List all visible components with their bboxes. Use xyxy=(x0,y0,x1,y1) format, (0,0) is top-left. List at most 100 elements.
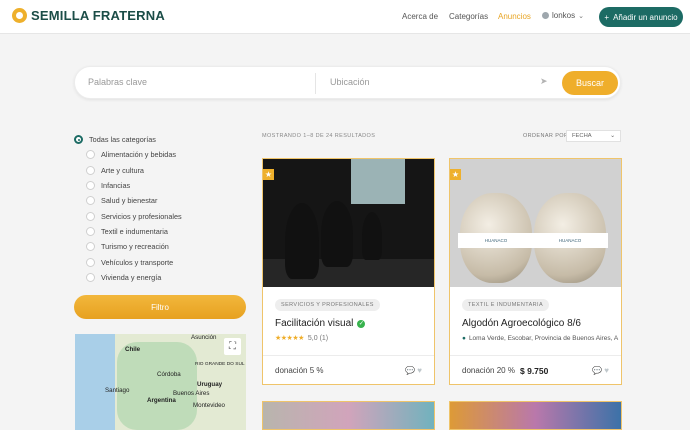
verified-check-icon: ✓ xyxy=(357,320,366,328)
user-icon xyxy=(542,12,549,19)
rating-text: 5,0 (1) xyxy=(307,335,329,342)
card-divider xyxy=(263,355,434,356)
chevron-down-icon: ⌄ xyxy=(610,133,615,139)
map-label: RIO GRANDE DO SUL xyxy=(195,362,245,367)
search-button[interactable]: Buscar xyxy=(562,71,618,95)
listing-title-text: Facilitación visual xyxy=(275,318,354,329)
radio-icon[interactable] xyxy=(86,196,95,206)
category-item[interactable]: Arte y cultura xyxy=(74,163,182,178)
category-label: Alimentación y bebidas xyxy=(101,150,177,160)
category-item[interactable]: Infancias xyxy=(74,178,182,193)
user-name: lonkos xyxy=(552,11,576,20)
category-label: Vehículos y transporte xyxy=(101,257,174,267)
nav-ads-link[interactable]: Anuncios xyxy=(498,12,531,21)
radio-icon[interactable] xyxy=(86,165,95,175)
map-label: Chile xyxy=(125,346,141,353)
results-map[interactable]: Chile Uruguay Argentina Santiago Córdoba… xyxy=(75,334,246,430)
category-item[interactable]: Vehículos y transporte xyxy=(74,254,182,269)
category-label: Arte y cultura xyxy=(101,165,144,175)
radio-icon[interactable] xyxy=(86,150,95,160)
card-actions: 💬 ♥ xyxy=(405,366,422,375)
featured-star-icon: ★ xyxy=(263,169,274,180)
featured-star-icon: ★ xyxy=(450,169,461,180)
radio-icon[interactable] xyxy=(86,272,95,282)
category-tag: SERVICIOS Y PROFESIONALES xyxy=(275,299,380,311)
search-divider xyxy=(315,73,316,94)
results-summary: MOSTRANDO 1–8 DE 24 RESULTADOS xyxy=(262,133,376,139)
category-item[interactable]: Servicios y profesionales xyxy=(74,208,182,223)
nav-categories-link[interactable]: Categorías xyxy=(449,12,488,21)
listing-card-preview[interactable] xyxy=(262,401,435,430)
listing-title: Algodón Agroecológico 8/6 xyxy=(462,318,581,329)
radio-icon[interactable] xyxy=(86,226,95,236)
category-filter: Todas las categorías Alimentación y bebi… xyxy=(74,132,182,285)
listing-card[interactable]: HUANACO HUANACO ★ TEXTIL E INDUMENTARIA … xyxy=(449,158,622,385)
donation-text: donación 20 % xyxy=(462,366,515,375)
category-label: Infancias xyxy=(101,181,131,191)
sort-select[interactable]: FECHA ⌄ xyxy=(566,130,621,142)
add-listing-label: Añadir un anuncio xyxy=(613,12,678,22)
yarn-ball: HUANACO xyxy=(532,193,608,283)
add-listing-button[interactable]: + Añadir un anuncio xyxy=(599,7,683,27)
location-arrow-icon[interactable]: ➤ xyxy=(540,76,548,87)
radio-icon[interactable] xyxy=(86,242,95,252)
listing-photo: ★ xyxy=(263,159,434,287)
rating-stars-icon: ★★★★★ xyxy=(275,335,304,342)
category-all[interactable]: Todas las categorías xyxy=(74,132,182,147)
chat-icon[interactable]: 💬 xyxy=(405,366,415,375)
speaker-figure xyxy=(362,212,382,260)
heart-icon[interactable]: ♥ xyxy=(604,366,609,375)
category-item[interactable]: Alimentación y bebidas xyxy=(74,147,182,162)
user-menu[interactable]: lonkos ⌄ xyxy=(542,11,584,20)
location-text: Loma Verde, Escobar, Provincia de Buenos… xyxy=(468,335,619,342)
listing-card-preview[interactable] xyxy=(449,401,622,430)
brand-name: SEMILLA FRATERNA xyxy=(31,8,165,23)
category-label: Vivienda y energía xyxy=(101,272,162,282)
map-label: Córdoba xyxy=(157,371,181,378)
plus-icon: + xyxy=(604,12,610,22)
map-label: Asunción xyxy=(191,334,217,341)
fullscreen-icon[interactable]: ⛶ xyxy=(224,338,241,355)
category-item[interactable]: Vivienda y energía xyxy=(74,270,182,285)
filter-button[interactable]: Filtro xyxy=(74,295,246,319)
price-text: $ 9.750 xyxy=(520,366,549,376)
speaker-figure xyxy=(285,203,319,279)
category-tag: TEXTIL E INDUMENTARIA xyxy=(462,299,550,311)
location-pin-icon: ● xyxy=(462,335,466,342)
sort-select-value: FECHA xyxy=(572,133,592,139)
speaker-figure xyxy=(321,201,353,267)
map-label: Montevideo xyxy=(193,402,225,409)
location-input[interactable]: Ubicación xyxy=(330,77,370,87)
category-label: Turismo y recreación xyxy=(101,242,169,252)
heart-icon[interactable]: ♥ xyxy=(417,366,422,375)
category-item[interactable]: Turismo y recreación xyxy=(74,239,182,254)
radio-selected-icon[interactable] xyxy=(74,135,83,145)
card-divider xyxy=(450,355,621,356)
search-bar: Palabras clave Ubicación ➤ Buscar xyxy=(74,66,621,99)
category-item[interactable]: Salud y bienestar xyxy=(74,193,182,208)
map-green-region xyxy=(117,342,197,430)
radio-icon[interactable] xyxy=(86,257,95,267)
brand-logo[interactable]: SEMILLA FRATERNA xyxy=(12,8,165,23)
category-label: Salud y bienestar xyxy=(101,196,158,206)
top-navigation: SEMILLA FRATERNA Acerca de Categorías An… xyxy=(0,0,690,34)
donation-text: donación 5 % xyxy=(275,366,324,375)
nav-about-link[interactable]: Acerca de xyxy=(402,12,438,21)
keywords-input[interactable]: Palabras clave xyxy=(88,77,147,87)
map-label: Buenos Aires xyxy=(173,390,210,397)
chevron-down-icon: ⌄ xyxy=(578,12,584,20)
category-label: Textil e indumentaria xyxy=(101,226,168,236)
radio-icon[interactable] xyxy=(86,181,95,191)
listing-card[interactable]: ★ SERVICIOS Y PROFESIONALES Facilitación… xyxy=(262,158,435,385)
radio-icon[interactable] xyxy=(86,211,95,221)
seed-logo-icon xyxy=(12,8,27,23)
card-actions: 💬 ♥ xyxy=(592,366,609,375)
map-label: Argentina xyxy=(147,397,176,404)
sort-label: ORDENAR POR xyxy=(523,133,569,139)
map-label: Uruguay xyxy=(197,381,223,388)
listing-photo: HUANACO HUANACO ★ xyxy=(450,159,621,287)
chat-icon[interactable]: 💬 xyxy=(592,366,602,375)
category-item[interactable]: Textil e indumentaria xyxy=(74,224,182,239)
yarn-band: HUANACO xyxy=(458,233,534,248)
listing-location: ● Loma Verde, Escobar, Provincia de Bueno… xyxy=(462,335,618,342)
